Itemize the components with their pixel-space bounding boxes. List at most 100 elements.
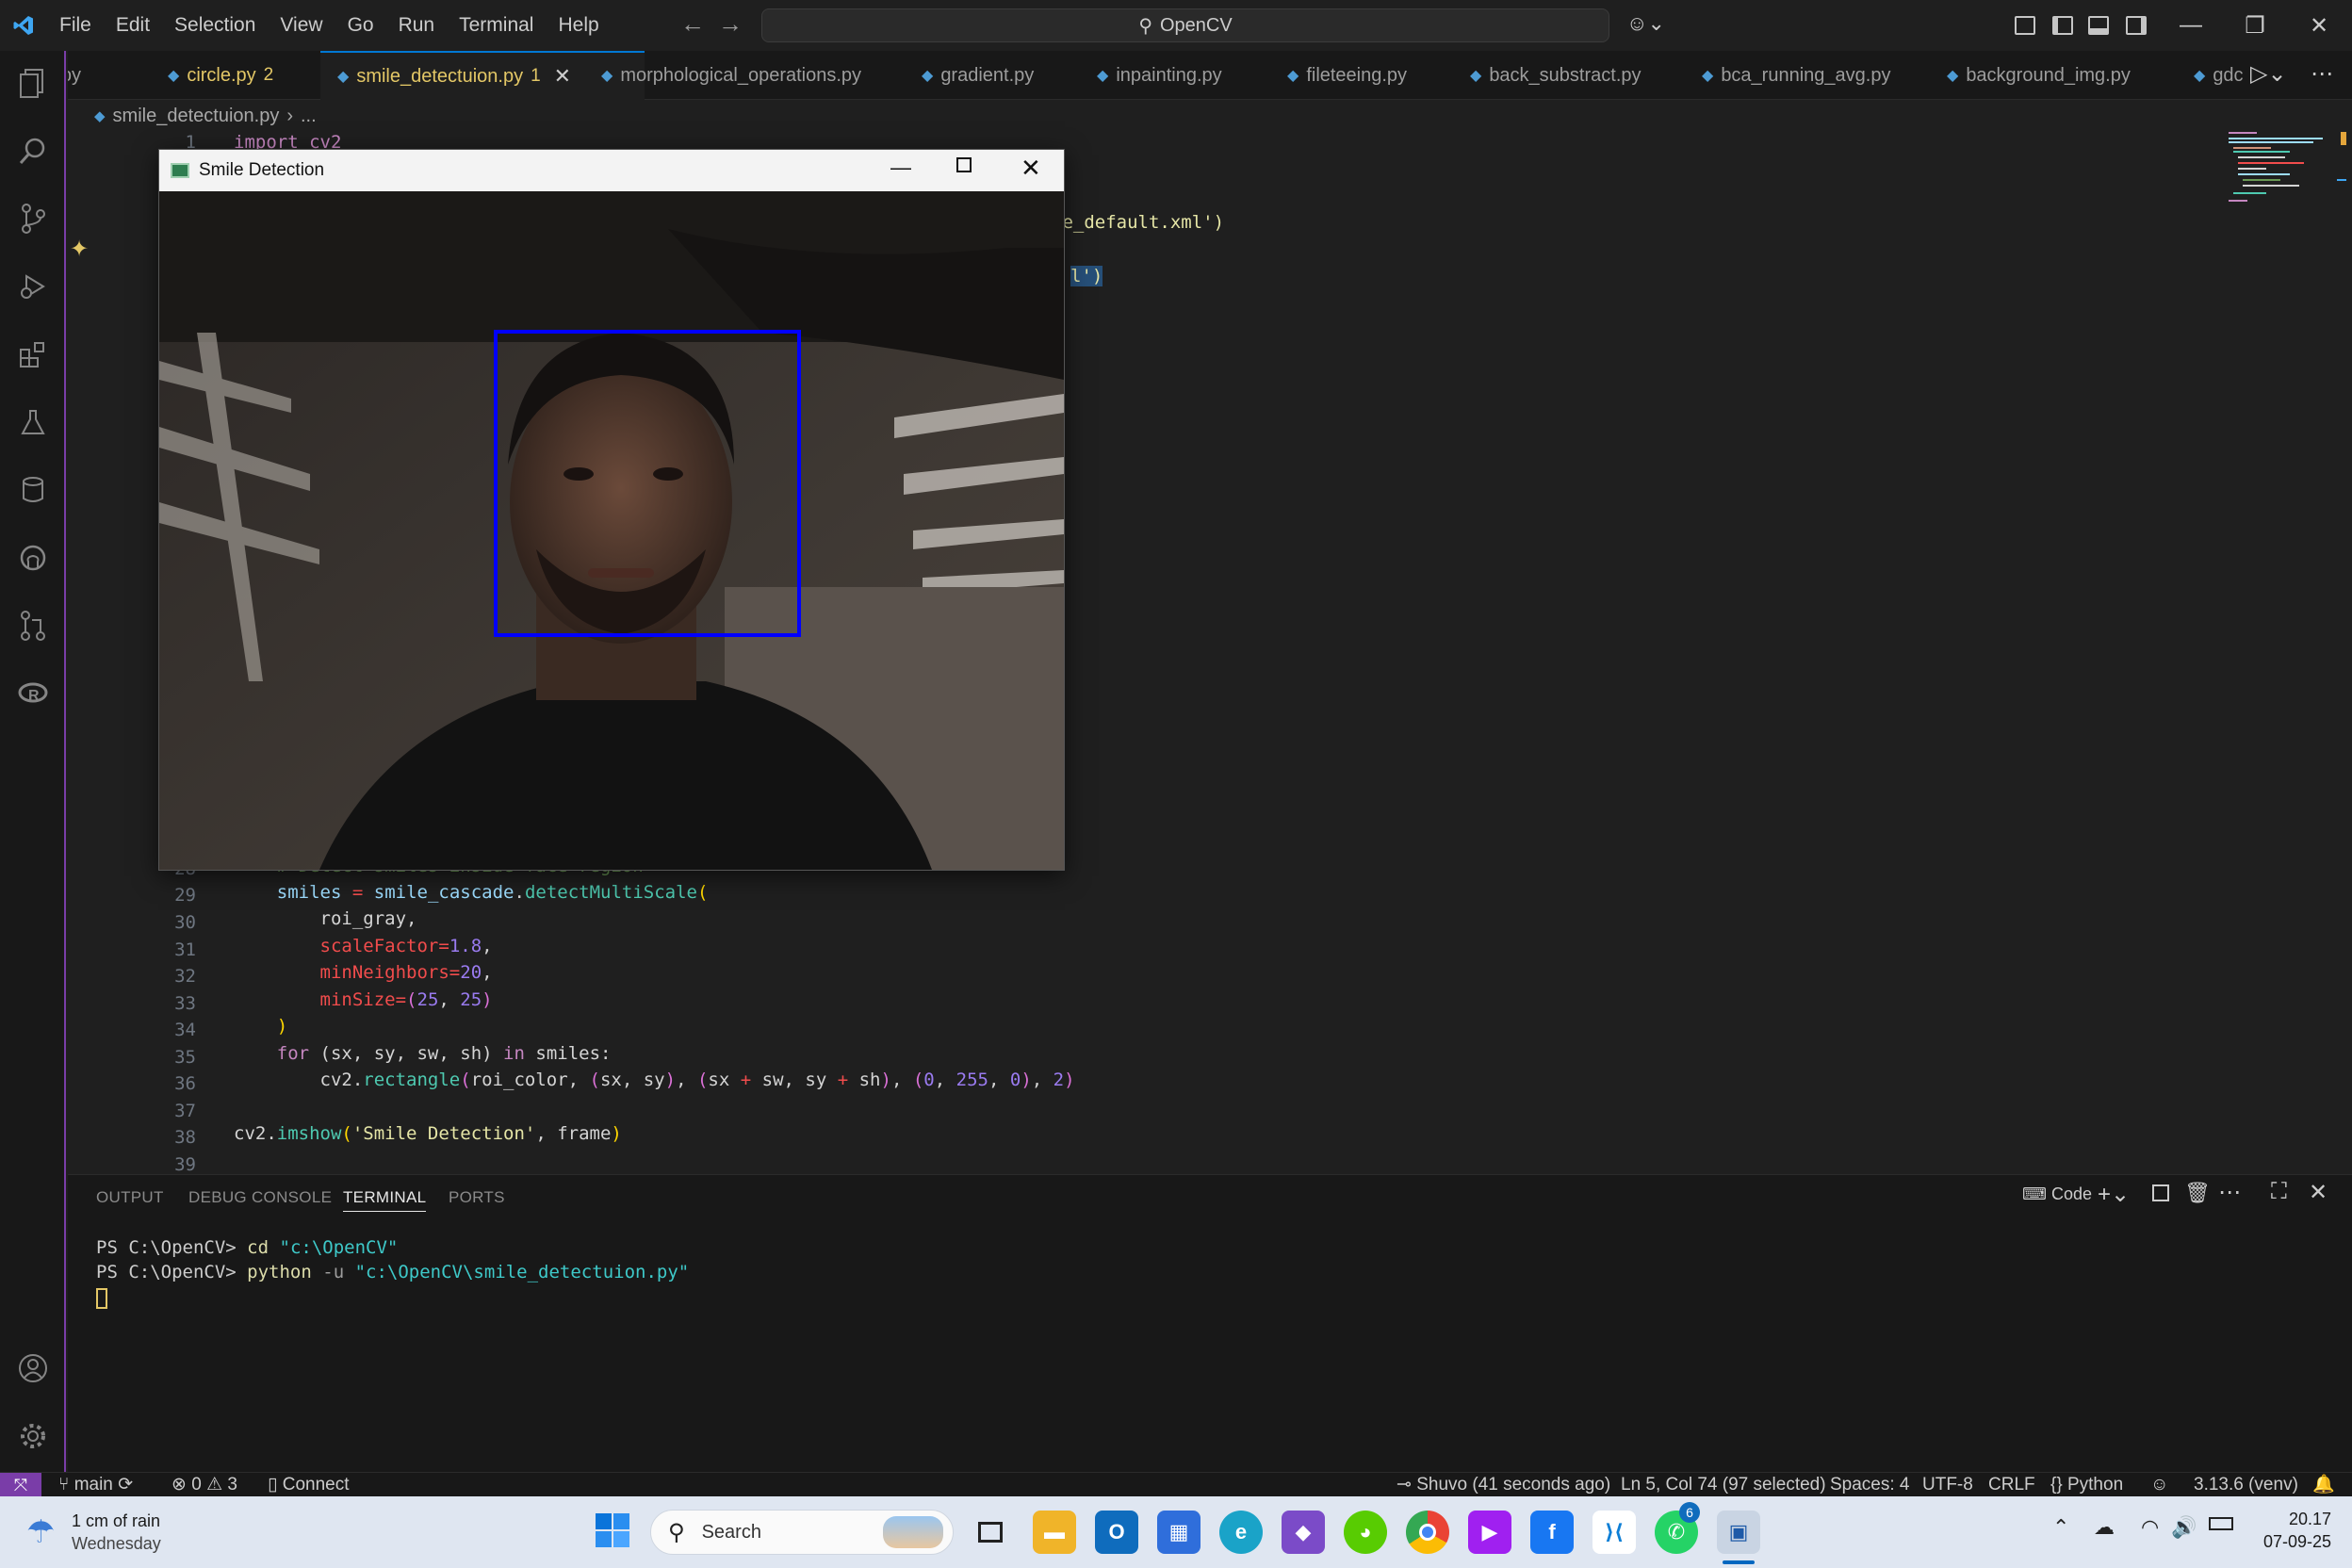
explorer-icon[interactable] [16, 66, 50, 100]
panel-tab-output[interactable]: OUTPUT [96, 1188, 164, 1207]
terminal-cursor[interactable] [96, 1288, 107, 1309]
problems-indicator[interactable]: ⊗ 0 ⚠ 3 [172, 1473, 237, 1497]
clock-date[interactable]: 07-09-25 [2246, 1532, 2331, 1552]
run-debug-icon[interactable] [16, 270, 50, 303]
toggle-secondary-sidebar-icon[interactable] [2126, 16, 2147, 35]
edge-icon[interactable]: e [1219, 1511, 1263, 1554]
tab-gradient[interactable]: ◆ gradient.py [922, 51, 1034, 100]
git-branch[interactable]: ⑂ main ⟳ [58, 1473, 133, 1497]
menu-run[interactable]: Run [386, 0, 448, 51]
more-actions-icon[interactable]: ⋯ [2311, 60, 2333, 88]
volume-icon[interactable]: 🔊 [2171, 1515, 2197, 1540]
cv-window-titlebar[interactable]: Smile Detection — ✕ [159, 150, 1064, 191]
tab-back-substract[interactable]: ◆ back_substract.py [1470, 51, 1642, 100]
database-icon[interactable] [16, 473, 50, 507]
tab-inpainting[interactable]: ◆ inpainting.py [1097, 51, 1222, 100]
weather-rain-icon[interactable]: ☂ [26, 1513, 55, 1551]
back-arrow-icon[interactable]: ← [680, 9, 705, 39]
toggle-primary-sidebar-icon[interactable] [2052, 16, 2073, 35]
cv-minimize-icon[interactable]: — [890, 155, 911, 180]
cv-close-icon[interactable]: ✕ [1021, 154, 1041, 183]
sparkle-icon[interactable]: ✦ [70, 236, 89, 263]
facebook-icon[interactable]: f [1530, 1511, 1574, 1554]
menu-edit[interactable]: Edit [104, 0, 162, 51]
cursor-position[interactable]: Ln 5, Col 74 (97 selected) [1621, 1473, 1826, 1497]
smile-detection-window[interactable]: Smile Detection — ✕ [158, 149, 1065, 871]
testing-flask-icon[interactable] [16, 405, 50, 439]
panel-more-icon[interactable]: ⋯ [2218, 1179, 2241, 1206]
menu-go[interactable]: Go [335, 0, 386, 51]
menu-terminal[interactable]: Terminal [447, 0, 546, 51]
start-windows-icon[interactable] [594, 1511, 631, 1554]
minimize-icon[interactable]: — [2158, 0, 2224, 51]
minimap[interactable] [2224, 132, 2346, 226]
github-icon[interactable] [16, 541, 50, 575]
indentation[interactable]: Spaces: 4 [1830, 1473, 1910, 1497]
clock-time[interactable]: 20.17 [2258, 1510, 2331, 1529]
media-player-icon[interactable]: ▶ [1468, 1511, 1511, 1554]
terminal-profile[interactable]: ⌨ Code [2022, 1184, 2092, 1204]
source-control-icon[interactable] [16, 202, 50, 236]
tab-previous[interactable]: py [68, 51, 134, 100]
copilot-status-icon[interactable]: ☺ [2150, 1473, 2168, 1497]
pull-requests-icon[interactable] [16, 609, 50, 643]
menu-selection[interactable]: Selection [162, 0, 268, 51]
run-file-icon[interactable]: ▷⌄ [2250, 60, 2287, 88]
copilot-icon[interactable]: ☺⌄ [1626, 11, 1665, 36]
menu-view[interactable]: View [268, 0, 335, 51]
chrome-icon[interactable] [1406, 1511, 1449, 1554]
file-explorer-icon[interactable]: ▬ [1033, 1511, 1076, 1554]
menu-file[interactable]: File [47, 0, 104, 51]
settings-gear-icon[interactable] [16, 1419, 50, 1453]
tab-smile-detectuion[interactable]: ◆ smile_detectuion.py 1 ✕ [320, 51, 645, 100]
close-icon[interactable]: ✕ [2286, 0, 2352, 51]
taskbar-search-box[interactable]: ⚲ Search [650, 1510, 954, 1555]
tab-morphological-operations[interactable]: ◆ morphological_operations.py [601, 51, 861, 100]
notifications-bell-icon[interactable]: 🔔 [2312, 1473, 2335, 1497]
command-center-search[interactable]: ⚲ OpenCV [761, 8, 1609, 42]
new-terminal-icon[interactable]: +⌄ [2098, 1181, 2130, 1208]
search-icon[interactable] [16, 134, 50, 168]
encoding[interactable]: UTF-8 [1922, 1473, 1973, 1497]
weather-title[interactable]: 1 cm of rain [72, 1511, 160, 1531]
panel-tab-terminal[interactable]: TERMINAL [343, 1188, 427, 1212]
breadcrumb-file[interactable]: smile_detectuion.py [113, 106, 280, 127]
tab-fileteeing[interactable]: ◆ fileteeing.py [1287, 51, 1407, 100]
tab-bca-running-avg[interactable]: ◆ bca_running_avg.py [1702, 51, 1890, 100]
close-panel-icon[interactable]: ✕ [2309, 1179, 2328, 1206]
wifi-icon[interactable]: ◠ [2141, 1515, 2159, 1540]
onedrive-cloud-icon[interactable]: ☁ [2094, 1515, 2115, 1540]
visual-studio-icon[interactable]: ◆ [1282, 1511, 1325, 1554]
connect-button[interactable]: ▯ Connect [268, 1473, 350, 1497]
cv-maximize-icon[interactable] [956, 157, 972, 172]
breadcrumb-rest[interactable]: ... [301, 106, 317, 127]
outlook-icon[interactable]: O [1095, 1511, 1138, 1554]
trash-icon[interactable]: 🗑 [2184, 1181, 2211, 1205]
tray-chevron-up-icon[interactable]: ⌃ [2052, 1515, 2069, 1540]
end-of-line[interactable]: CRLF [1988, 1473, 2035, 1497]
menu-help[interactable]: Help [546, 0, 611, 51]
language-mode[interactable]: {} Python [2050, 1473, 2123, 1497]
customize-layout-icon[interactable] [2015, 16, 2035, 35]
toggle-panel-icon[interactable] [2088, 16, 2109, 35]
tab-circle[interactable]: ◆ circle.py 2 [168, 51, 273, 100]
account-icon[interactable] [16, 1351, 50, 1385]
vscode-taskbar-icon[interactable]: ⟩⟨ [1592, 1511, 1636, 1554]
restore-icon[interactable]: ❐ [2222, 0, 2288, 51]
tab-gdc[interactable]: ◆ gdc [2194, 51, 2250, 100]
microsoft-store-icon[interactable]: ▦ [1157, 1511, 1200, 1554]
forward-arrow-icon[interactable]: → [718, 9, 743, 39]
duolingo-icon[interactable]: ◕ [1344, 1511, 1387, 1554]
tab-background-img[interactable]: ◆ background_img.py [1947, 51, 2131, 100]
maximize-panel-icon[interactable]: ⛶ [2271, 1179, 2287, 1205]
battery-icon[interactable] [2209, 1517, 2233, 1530]
python-interpreter[interactable]: 3.13.6 (venv) [2194, 1473, 2298, 1497]
tab-close-icon[interactable]: ✕ [554, 64, 571, 89]
panel-tab-ports[interactable]: PORTS [449, 1188, 505, 1207]
split-terminal-icon[interactable] [2152, 1184, 2169, 1201]
remote-explorer-icon[interactable]: R [16, 677, 50, 710]
extensions-icon[interactable] [16, 337, 50, 371]
python-window-icon[interactable]: ▣ [1717, 1511, 1760, 1554]
task-view-icon[interactable] [969, 1511, 1012, 1554]
git-blame[interactable]: ⊸ Shuvo (41 seconds ago) [1396, 1473, 1610, 1497]
